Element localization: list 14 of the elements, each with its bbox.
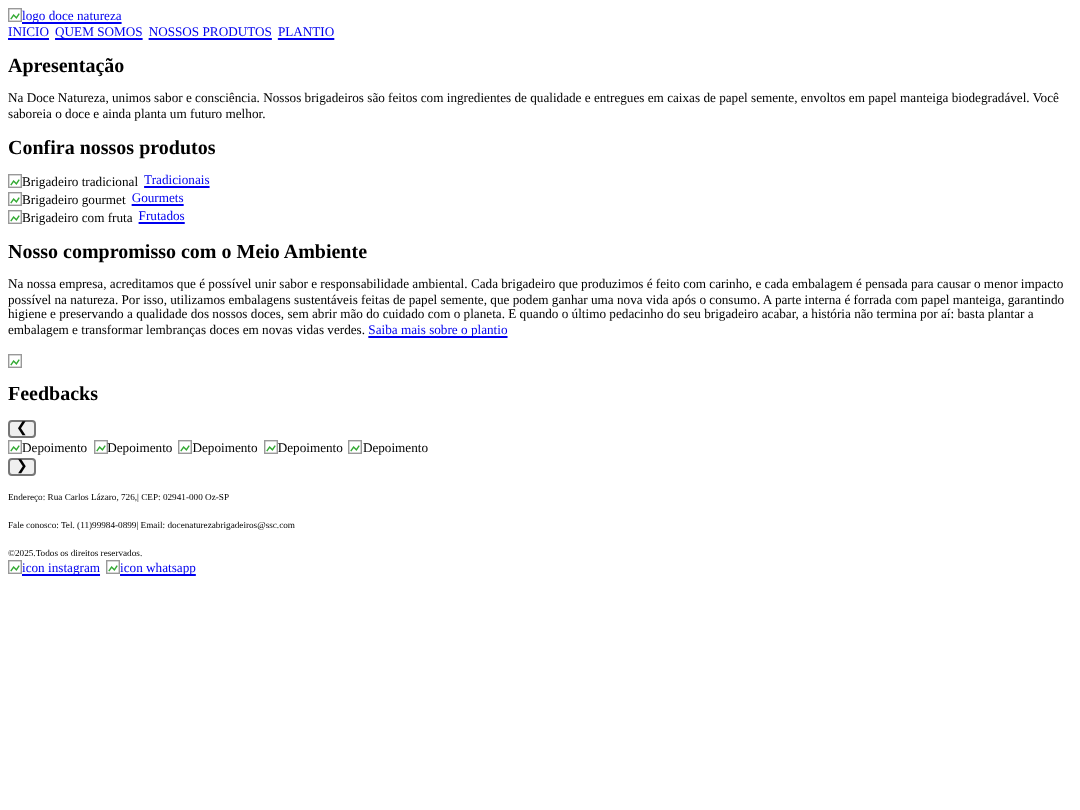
broken-image-icon (348, 439, 363, 454)
broken-image-icon (8, 353, 22, 368)
broken-image-icon (106, 560, 121, 575)
section-heading: Feedbacks (8, 383, 100, 406)
section-heading: Apresentação (8, 56, 127, 79)
broken-image-icon (263, 439, 278, 454)
section-heading: Confira nossos produtos (8, 138, 218, 161)
section-heading: Nosso compromisso com o Meio Ambiente (8, 242, 370, 265)
broken-image-icon (8, 8, 22, 22)
broken-image-icon (93, 439, 108, 454)
broken-image-icon (8, 209, 22, 224)
broken-image-icon (178, 439, 193, 454)
broken-image-icon (8, 560, 22, 575)
broken-image-icon (8, 439, 22, 454)
